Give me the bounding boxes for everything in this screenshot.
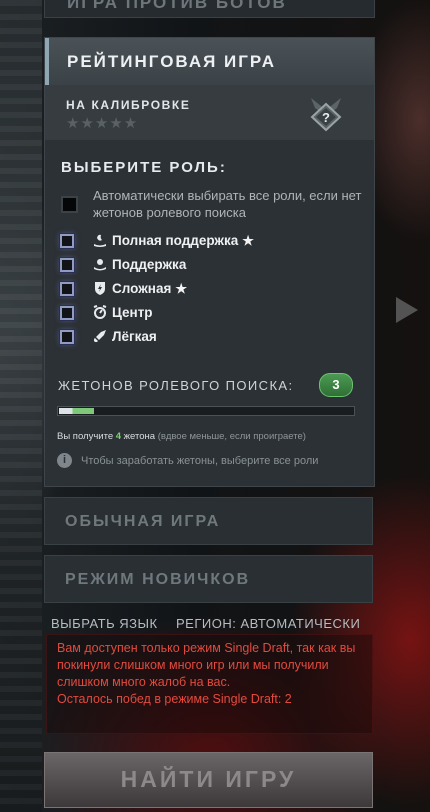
role-checkbox[interactable] [60, 282, 74, 296]
mid-icon [93, 305, 107, 319]
role-label: Центр [112, 305, 153, 320]
auto-select-roles-text: Автоматически выбирать все роли, если не… [93, 188, 362, 220]
tokens-info-row: i Чтобы заработать жетоны, выберите все … [57, 453, 357, 469]
favorite-star-icon: ★ [175, 281, 187, 296]
role-label: Лёгкая [112, 329, 157, 344]
role-label: Поддержка [112, 257, 187, 272]
svg-text:?: ? [322, 110, 330, 125]
find-game-label: НАЙТИ ИГРУ [120, 766, 297, 792]
support-icon [94, 259, 106, 271]
tokens-earn-text: Вы получите 4 жетона (вдвое меньше, если… [57, 431, 306, 442]
role-tokens-count-badge: 3 [319, 373, 353, 397]
find-game-button[interactable]: НАЙТИ ИГРУ [44, 752, 373, 808]
bot-match-tab[interactable]: ИГРА ПРОТИВ БОТОВ [44, 0, 375, 18]
background-left-art [0, 0, 42, 812]
ranked-title: РЕЙТИНГОВАЯ ИГРА [67, 52, 277, 71]
hard-support-icon [94, 234, 106, 247]
calibration-stars: ★★★★★ [66, 115, 139, 132]
role-tokens-title: ЖЕТОНОВ РОЛЕВОГО ПОИСКА: [58, 378, 294, 393]
info-icon: i [57, 453, 72, 468]
bot-match-label: ИГРА ПРОТИВ БОТОВ [67, 0, 287, 12]
role-checkbox[interactable] [60, 330, 74, 344]
role-label: Сложная ★ [112, 281, 187, 296]
role-label: Полная поддержка ★ [112, 233, 254, 248]
select-language-link[interactable]: ВЫБРАТЬ ЯЗЫК [51, 616, 158, 631]
role-tokens-progress-bar [57, 406, 355, 416]
role-row-mid[interactable]: Центр [57, 303, 337, 325]
role-row-support[interactable]: Поддержка [57, 255, 337, 277]
ranked-header[interactable]: РЕЙТИНГОВАЯ ИГРА [45, 38, 374, 85]
region-selector[interactable]: РЕГИОН: АВТОМАТИЧЕСКИ [176, 616, 360, 631]
favorite-star-icon: ★ [242, 233, 254, 248]
role-row-hard-support[interactable]: Полная поддержка ★ [57, 231, 337, 253]
unknown-rank-icon[interactable]: ? [307, 96, 345, 134]
calibration-section: НА КАЛИБРОВКЕ ★★★★★ ? [45, 85, 374, 140]
warning-wins-remaining: Осталось побед в режиме Single Draft: 2 [57, 692, 292, 706]
ranked-panel: РЕЙТИНГОВАЯ ИГРА НА КАЛИБРОВКЕ ★★★★★ ? В… [44, 37, 375, 487]
role-checkbox[interactable] [60, 258, 74, 272]
normal-game-button[interactable]: ОБЫЧНАЯ ИГРА [44, 497, 373, 545]
matchmaking-warning: Вам доступен только режим Single Draft, … [46, 634, 373, 734]
role-checkbox[interactable] [60, 306, 74, 320]
role-row-offlane[interactable]: Сложная ★ [57, 279, 337, 301]
next-arrow-icon[interactable] [396, 297, 418, 323]
warning-text: Вам доступен только режим Single Draft, … [57, 641, 356, 689]
select-role-title: ВЫБЕРИТЕ РОЛЬ: [61, 159, 227, 176]
tokens-info-text: Чтобы заработать жетоны, выберите все ро… [81, 455, 319, 467]
role-checkbox[interactable] [60, 234, 74, 248]
auto-select-roles-checkbox[interactable] [61, 196, 78, 213]
safe-lane-icon [94, 330, 106, 342]
normal-game-label: ОБЫЧНАЯ ИГРА [65, 513, 221, 530]
role-tokens-progress-fill [59, 408, 94, 414]
offlane-icon [95, 282, 105, 295]
newbie-mode-label: РЕЖИМ НОВИЧКОВ [65, 571, 251, 588]
calibration-label: НА КАЛИБРОВКЕ [66, 98, 191, 112]
newbie-mode-button[interactable]: РЕЖИМ НОВИЧКОВ [44, 555, 373, 603]
role-row-safe-lane[interactable]: Лёгкая [57, 327, 337, 349]
